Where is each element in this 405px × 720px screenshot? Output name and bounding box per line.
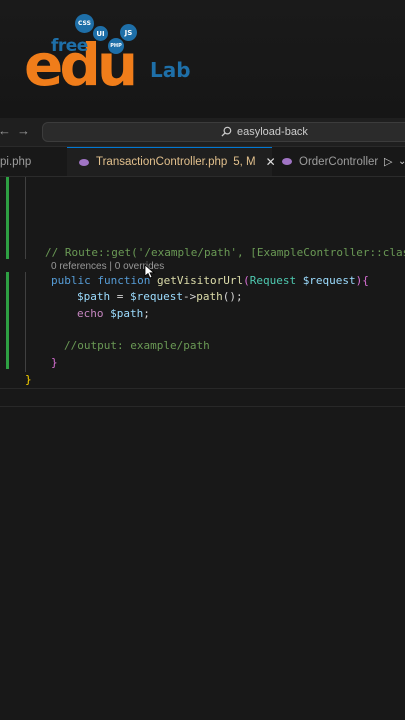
- operator-eq: =: [110, 290, 130, 303]
- codelens-separator: |: [106, 261, 115, 272]
- var-request: $request: [130, 290, 183, 303]
- paren-open: (: [243, 274, 250, 287]
- code-line-output-comment: //output: example/path: [64, 339, 210, 352]
- kw-public: public: [51, 274, 91, 287]
- tab-status-badge: 5, M: [233, 156, 256, 168]
- brace-close-outer: }: [25, 373, 32, 386]
- gutter-added-marker: [6, 272, 9, 369]
- php-file-icon: [282, 158, 292, 165]
- arrow-right-icon[interactable]: →: [17, 123, 30, 138]
- tab-label: pi.php: [0, 155, 32, 168]
- call-end: ();: [222, 290, 243, 303]
- param-name: $request: [302, 274, 356, 287]
- logo-free-text: free: [51, 36, 88, 56]
- codelens-overrides[interactable]: 0 overrides: [115, 261, 164, 272]
- indent-guide: [25, 272, 26, 372]
- arrow-left-icon[interactable]: ←: [0, 123, 11, 138]
- run-icon[interactable]: ▷: [384, 155, 392, 168]
- code-editor[interactable]: // Route::get('/example/path', [ExampleC…: [0, 177, 405, 720]
- code-line-path: $path = $request->path();: [77, 289, 243, 305]
- brace-open: {: [362, 274, 369, 287]
- tab-order-controller[interactable]: OrderController: [272, 147, 382, 176]
- kw-echo: echo: [77, 307, 104, 320]
- indent-guide: [25, 177, 26, 259]
- tab-label: TransactionController.php: [96, 156, 228, 168]
- code-line-echo: echo $path;: [77, 306, 150, 322]
- var-path: $path: [110, 307, 144, 320]
- method-path: path: [196, 290, 223, 303]
- editor-tab-bar: pi.php TransactionController.php 5, M ✕ …: [0, 147, 405, 177]
- logo-lab-text: Lab: [150, 58, 191, 82]
- title-bar: ← → easyload-back: [0, 118, 405, 147]
- tab-api-php[interactable]: pi.php: [0, 147, 66, 176]
- operator-arrow: ->: [182, 290, 197, 303]
- search-text: easyload-back: [237, 126, 308, 138]
- chevron-down-icon[interactable]: ⌄: [398, 156, 405, 167]
- function-name: getVisitorUrl: [156, 274, 244, 287]
- current-line-highlight: [0, 388, 405, 407]
- logo-banner: CSS UI JS PHP edu free Lab: [0, 0, 405, 118]
- brace-close-inner: }: [51, 356, 58, 369]
- php-file-icon: [79, 158, 89, 166]
- search-icon: [221, 126, 232, 137]
- code-line-signature: public function getVisitorUrl(Request $r…: [51, 273, 369, 289]
- code-line-route-comment: // Route::get('/example/path', [ExampleC…: [45, 246, 405, 259]
- var-path: $path: [77, 290, 111, 303]
- gutter-added-marker: [6, 177, 9, 259]
- param-type: Request: [249, 274, 297, 287]
- tab-label: OrderController: [299, 155, 379, 168]
- semicolon: ;: [143, 307, 150, 320]
- command-center-search[interactable]: easyload-back: [42, 122, 405, 142]
- codelens-references[interactable]: 0 references: [51, 261, 107, 272]
- tab-transaction-controller[interactable]: TransactionController.php 5, M ✕: [67, 147, 276, 176]
- kw-function: function: [97, 274, 151, 287]
